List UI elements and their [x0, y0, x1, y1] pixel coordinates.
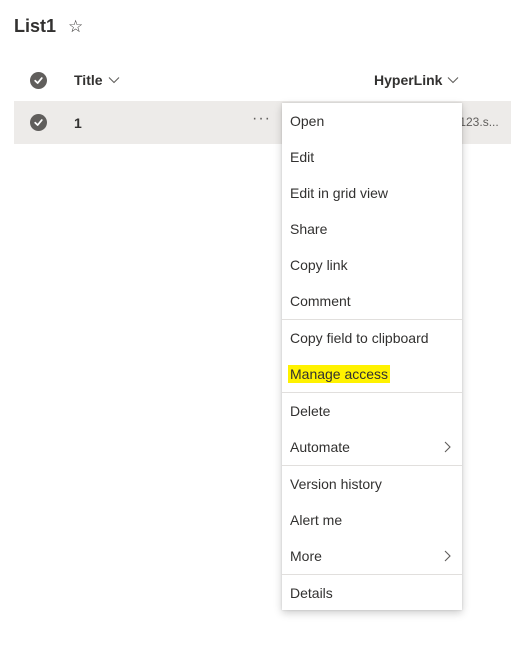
- menu-item-label: More: [290, 548, 322, 564]
- menu-item-details[interactable]: Details: [282, 575, 462, 611]
- menu-item-manage-access[interactable]: Manage access: [282, 356, 462, 392]
- menu-item-open[interactable]: Open: [282, 103, 462, 139]
- column-header-title[interactable]: Title: [74, 72, 120, 88]
- checkmark-icon: [34, 119, 43, 126]
- column-hyperlink-label: HyperLink: [374, 72, 443, 88]
- row-title-cell[interactable]: 1: [74, 115, 82, 131]
- menu-item-label: Alert me: [290, 512, 343, 528]
- menu-item-version-history[interactable]: Version history: [282, 466, 462, 502]
- menu-item-label: Details: [290, 585, 333, 601]
- menu-item-share[interactable]: Share: [282, 211, 462, 247]
- menu-item-more[interactable]: More: [282, 538, 462, 574]
- chevron-right-icon: [444, 441, 451, 453]
- menu-item-label: Open: [290, 113, 325, 129]
- chevron-right-icon: [444, 550, 451, 562]
- star-icon[interactable]: ☆: [68, 18, 83, 35]
- menu-item-label: Delete: [290, 403, 331, 419]
- column-header-row: Title HyperLink: [14, 62, 511, 98]
- row-checkbox[interactable]: [30, 114, 47, 131]
- menu-item-edit[interactable]: Edit: [282, 139, 462, 175]
- menu-item-label: Edit: [290, 149, 315, 165]
- menu-item-copy-link[interactable]: Copy link: [282, 247, 462, 283]
- menu-item-edit-grid[interactable]: Edit in grid view: [282, 175, 462, 211]
- menu-item-label: Manage access: [288, 365, 391, 383]
- menu-item-label: Edit in grid view: [290, 185, 389, 201]
- list-header: List1 ☆: [14, 12, 83, 40]
- menu-item-label: Comment: [290, 293, 351, 309]
- menu-item-label: Copy link: [290, 257, 348, 273]
- menu-item-comment[interactable]: Comment: [282, 283, 462, 319]
- select-all-checkbox[interactable]: [30, 72, 47, 89]
- list-title: List1: [14, 15, 57, 36]
- menu-item-copy-field[interactable]: Copy field to clipboard: [282, 320, 462, 356]
- chevron-down-icon: [108, 77, 119, 84]
- menu-item-label: Share: [290, 221, 328, 237]
- chevron-down-icon: [448, 77, 459, 84]
- menu-item-alert-me[interactable]: Alert me: [282, 502, 462, 538]
- more-icon[interactable]: ···: [252, 110, 271, 128]
- menu-item-label: Version history: [290, 476, 382, 492]
- context-menu: Open Edit Edit in grid view Share Copy l…: [282, 103, 462, 610]
- checkmark-icon: [34, 77, 43, 84]
- menu-item-delete[interactable]: Delete: [282, 393, 462, 429]
- menu-item-automate[interactable]: Automate: [282, 429, 462, 465]
- menu-item-label: Copy field to clipboard: [290, 330, 429, 346]
- menu-item-label: Automate: [290, 439, 350, 455]
- column-header-hyperlink[interactable]: HyperLink: [374, 72, 459, 88]
- column-title-label: Title: [74, 72, 103, 88]
